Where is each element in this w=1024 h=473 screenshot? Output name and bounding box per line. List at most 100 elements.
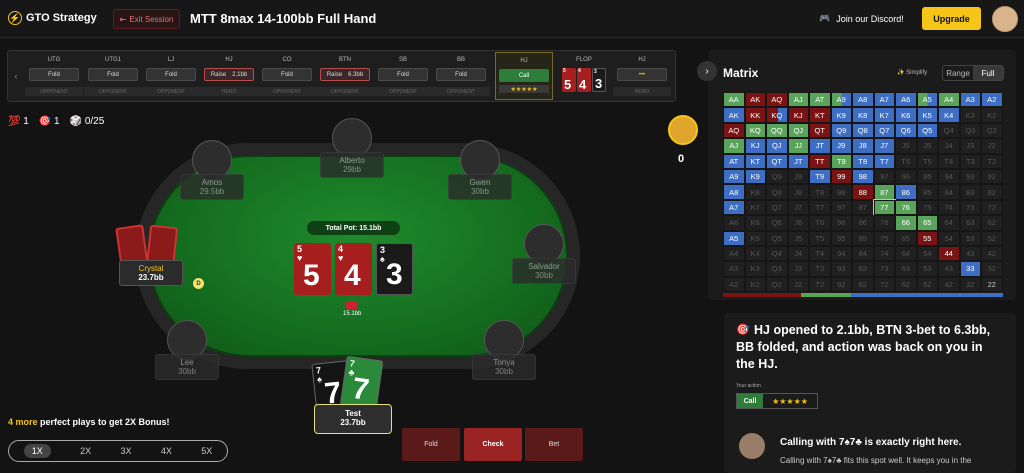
matrix-cell[interactable]: 32: [959, 276, 981, 293]
full-tab[interactable]: Full: [973, 66, 1003, 80]
matrix-cell[interactable]: 62: [895, 276, 917, 293]
matrix-cell[interactable]: K4: [938, 107, 960, 123]
matrix-cell[interactable]: 44: [938, 245, 960, 262]
matrix-cell[interactable]: K9: [744, 168, 766, 185]
matrix-cell[interactable]: A2: [723, 276, 745, 293]
matrix-cell[interactable]: AT: [723, 153, 745, 169]
matrix-cell[interactable]: T5: [916, 153, 938, 169]
matrix-cell[interactable]: AQ: [723, 122, 745, 139]
matrix-cell[interactable]: T2: [981, 153, 1003, 169]
matrix-cell[interactable]: 43: [938, 261, 960, 277]
matrix-cell[interactable]: K8: [744, 184, 766, 200]
matrix-cell[interactable]: 98: [852, 168, 874, 185]
matrix-cell[interactable]: Q3: [959, 122, 981, 139]
matrix-cell[interactable]: A4: [938, 92, 960, 108]
matrix-cell[interactable]: J3: [787, 261, 809, 277]
matrix-cell[interactable]: 85: [852, 230, 874, 246]
matrix-cell[interactable]: J5: [787, 230, 809, 246]
chevron-left-icon[interactable]: ‹: [10, 52, 22, 100]
matrix-cell[interactable]: J2: [981, 138, 1003, 154]
matrix-cell[interactable]: J4: [787, 245, 809, 262]
matrix-cell[interactable]: 63: [895, 261, 917, 277]
matrix-cell[interactable]: KQ: [766, 107, 788, 123]
matrix-cell[interactable]: Q9: [766, 168, 788, 185]
matrix-cell[interactable]: QJ: [766, 138, 788, 154]
matrix-cell[interactable]: 65: [916, 215, 938, 231]
matrix-cell[interactable]: K2: [981, 107, 1003, 123]
matrix-cell[interactable]: J5: [916, 138, 938, 154]
matrix-cell[interactable]: T8: [852, 153, 874, 169]
matrix-cell[interactable]: 82: [852, 276, 874, 293]
matrix-cell[interactable]: Q5: [766, 230, 788, 246]
matrix-cell[interactable]: 96: [830, 215, 852, 231]
matrix-cell[interactable]: K8: [852, 107, 874, 123]
matrix-cell[interactable]: J7: [873, 138, 895, 154]
matrix-cell[interactable]: T7: [809, 199, 831, 216]
matrix-cell[interactable]: KJ: [744, 138, 766, 154]
matrix-cell[interactable]: A7: [723, 199, 745, 216]
upgrade-button[interactable]: Upgrade: [922, 7, 981, 30]
action-slot-btn[interactable]: BTN Raise 6.3bb OPPONENT: [316, 52, 374, 100]
matrix-cell[interactable]: T7: [873, 153, 895, 169]
matrix-cell[interactable]: J9: [830, 138, 852, 154]
action-slot-utg1[interactable]: UTG1 Fold OPPONENT: [84, 52, 142, 100]
matrix-cell[interactable]: T9: [830, 153, 852, 169]
matrix-cell[interactable]: 42: [981, 245, 1003, 262]
matrix-cell[interactable]: QT: [809, 122, 831, 139]
matrix-cell[interactable]: Q3: [766, 261, 788, 277]
matrix-cell[interactable]: A9: [830, 92, 852, 108]
matrix-cell[interactable]: 74: [938, 199, 960, 216]
matrix-cell[interactable]: AK: [723, 107, 745, 123]
matrix-cell[interactable]: 95: [830, 230, 852, 246]
logo[interactable]: ⚡ GTO Strategy: [8, 11, 97, 25]
exit-session-button[interactable]: ⇤ Exit Session: [113, 9, 180, 29]
matrix-cell[interactable]: 54: [938, 230, 960, 246]
matrix-cell[interactable]: A3: [959, 92, 981, 108]
matrix-cell[interactable]: A5: [723, 230, 745, 246]
matrix-cell[interactable]: 96: [895, 168, 917, 185]
matrix-cell[interactable]: AJ: [787, 92, 809, 108]
matrix-cell[interactable]: K6: [895, 107, 917, 123]
matrix-cell[interactable]: 77: [872, 198, 896, 217]
matrix-cell[interactable]: 72: [981, 199, 1003, 216]
matrix-cell[interactable]: JT: [809, 138, 831, 154]
matrix-cell[interactable]: Q4: [766, 245, 788, 262]
matrix-cell[interactable]: 93: [830, 261, 852, 277]
matrix-cell[interactable]: 86: [895, 184, 917, 200]
action-slot-lj[interactable]: LJ Fold OPPONENT: [142, 52, 200, 100]
matrix-cell[interactable]: KK: [744, 107, 766, 123]
matrix-cell[interactable]: AJ: [723, 138, 745, 154]
matrix-cell[interactable]: K6: [744, 215, 766, 231]
action-slot-sb[interactable]: SB Fold OPPONENT: [374, 52, 432, 100]
matrix-cell[interactable]: K5: [744, 230, 766, 246]
matrix-cell[interactable]: A7: [873, 92, 895, 108]
matrix-cell[interactable]: AK: [744, 92, 766, 108]
simplify-button[interactable]: ✨ Simplify: [897, 69, 927, 76]
fold-button[interactable]: Fold: [402, 428, 460, 461]
matrix-cell[interactable]: 33: [959, 261, 981, 277]
chevron-right-icon[interactable]: ›: [697, 61, 717, 81]
matrix-cell[interactable]: QT: [766, 153, 788, 169]
matrix-cell[interactable]: Q8: [766, 184, 788, 200]
matrix-cell[interactable]: J8: [787, 184, 809, 200]
matrix-cell[interactable]: T3: [809, 261, 831, 277]
matrix-cell[interactable]: T9: [809, 168, 831, 185]
action-slot-hj[interactable]: HJ Call ★★★★★: [495, 52, 553, 100]
matrix-cell[interactable]: 92: [981, 168, 1003, 185]
matrix-cell[interactable]: A5: [916, 92, 938, 108]
check-button[interactable]: Check: [464, 428, 522, 461]
matrix-cell[interactable]: AA: [723, 92, 745, 108]
matrix-cell[interactable]: T6: [809, 215, 831, 231]
matrix-cell[interactable]: Q2: [766, 276, 788, 293]
matrix-cell[interactable]: T4: [938, 153, 960, 169]
discord-link[interactable]: 🎮 Join our Discord!: [819, 13, 904, 24]
matrix-cell[interactable]: 64: [938, 215, 960, 231]
matrix-cell[interactable]: 83: [852, 261, 874, 277]
matrix-cell[interactable]: 53: [959, 230, 981, 246]
matrix-cell[interactable]: 92: [830, 276, 852, 293]
matrix-cell[interactable]: J3: [959, 138, 981, 154]
matrix-cell[interactable]: 54: [916, 245, 938, 262]
matrix-cell[interactable]: 65: [895, 230, 917, 246]
matrix-cell[interactable]: T5: [809, 230, 831, 246]
matrix-cell[interactable]: T3: [959, 153, 981, 169]
